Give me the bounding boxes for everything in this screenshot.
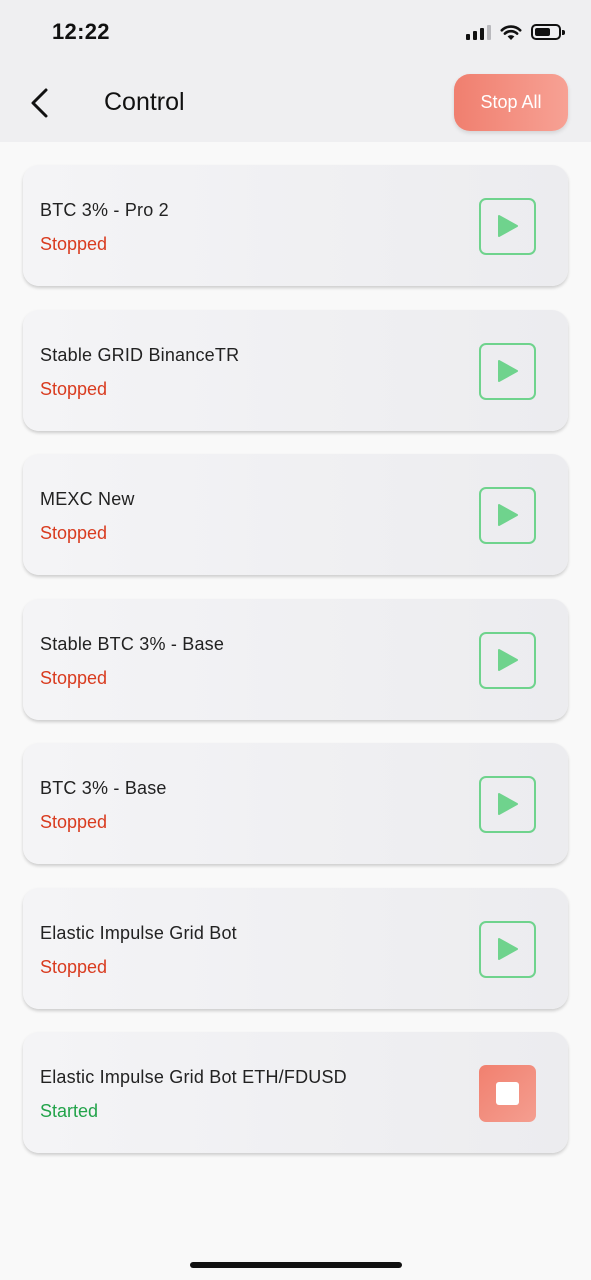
bot-card[interactable]: Stable GRID BinanceTR Stopped [23,309,568,431]
cellular-signal-icon [466,24,491,40]
bot-status: Stopped [40,234,108,254]
bot-card[interactable]: Stable BTC 3% - Base Stopped [23,598,568,720]
start-bot-button[interactable] [479,776,536,833]
status-time: 12:22 [52,19,110,44]
bot-list: BTC 3% - Pro 2 Stopped Stable GRID Binance… [23,165,568,1177]
chevron-left-icon [31,88,48,118]
bot-name: BTC 3% - Pro 2 [40,200,169,220]
bot-card[interactable]: MEXC New Stopped [23,454,568,575]
bot-name: BTC 3% - Base [40,778,167,798]
bot-status: Stopped [40,812,108,832]
stop-icon [496,1082,519,1105]
bot-name: Elastic Impulse Grid Bot ETH/FDUSD [40,1067,347,1087]
back-button[interactable] [24,86,58,120]
bot-card[interactable]: BTC 3% - Pro 2 Stopped [23,165,568,286]
play-icon [498,215,518,237]
play-icon [498,504,518,526]
bot-status: Stopped [40,378,108,399]
battery-icon [531,24,565,40]
bot-status: Stopped [40,523,108,543]
start-bot-button[interactable] [479,631,536,689]
start-bot-button[interactable] [479,487,536,544]
play-icon [498,793,518,815]
bot-card[interactable]: Elastic Impulse Grid Bot Stopped [23,887,568,1009]
bot-status: Stopped [40,956,108,977]
play-icon [498,648,518,671]
bot-name: MEXC New [40,489,135,509]
start-bot-button[interactable] [479,342,536,400]
bot-card[interactable]: Elastic Impulse Grid Bot ETH/FDUSD Starte… [23,1032,568,1153]
bot-name: Stable GRID BinanceTR [40,344,240,365]
status-icons [466,22,565,42]
start-bot-button[interactable] [479,920,536,978]
bot-name: Elastic Impulse Grid Bot [40,922,237,943]
home-indicator [190,1262,402,1268]
top-bar: 12:22 Control Stop All [0,0,591,142]
start-bot-button[interactable] [479,198,536,255]
wifi-icon [500,24,522,40]
bot-name: Stable BTC 3% - Base [40,633,225,654]
play-icon [498,359,518,382]
bot-status: Started [40,1101,99,1121]
stop-bot-button[interactable] [479,1065,536,1122]
page-title: Control [104,88,185,116]
play-icon [498,937,518,960]
bot-status: Stopped [40,667,108,688]
bot-card[interactable]: BTC 3% - Base Stopped [23,743,568,864]
stop-all-button[interactable]: Stop All [454,74,568,131]
